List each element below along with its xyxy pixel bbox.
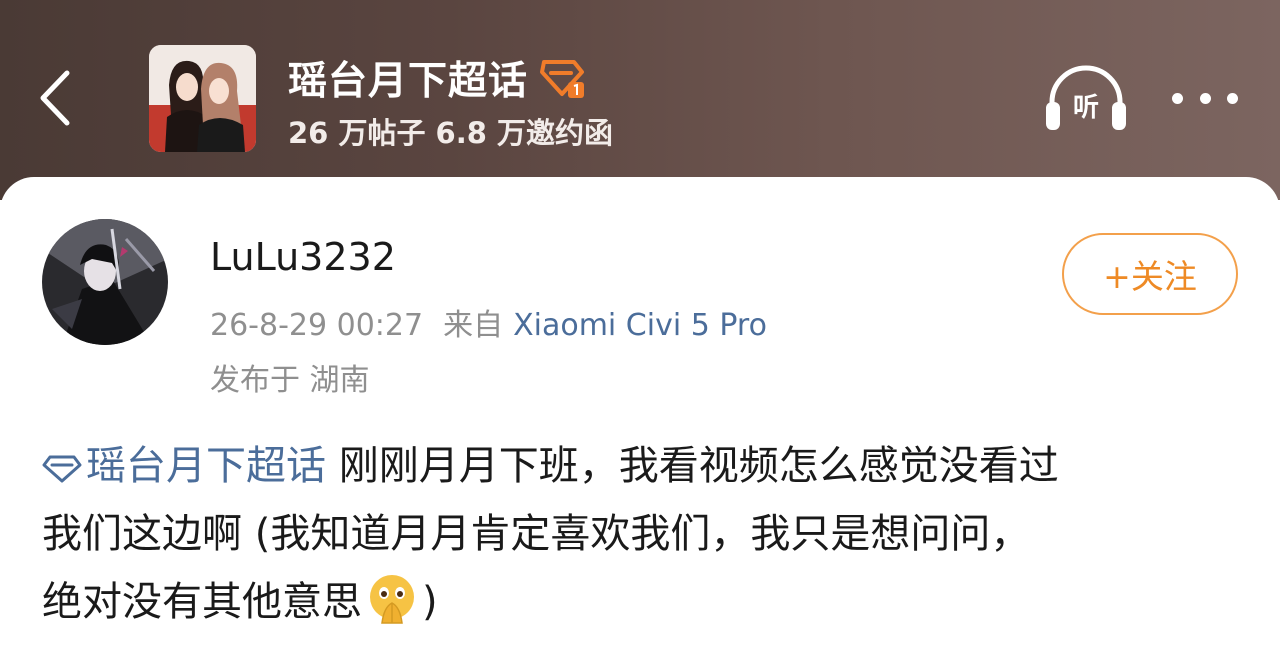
- topic-stats: 26 万帖子 6.8 万邀约函: [288, 116, 614, 150]
- post-text-1: 刚刚月月下班，我看视频怎么感觉没看过: [338, 443, 1059, 489]
- super-topic-badge-icon: [540, 60, 585, 98]
- topic-link-text[interactable]: 瑶台月下超话: [86, 443, 326, 489]
- topic-title-row: 瑶台月下超话: [288, 52, 586, 104]
- from-label: 来自: [443, 308, 504, 343]
- back-arrow-icon: [40, 70, 70, 126]
- post-line-2: 我们这边啊 (我知道月月肯定喜欢我们，我只是想问问，: [42, 511, 1031, 557]
- praying-face-emoji: [366, 573, 418, 646]
- post-location: 发布于 湖南: [210, 363, 370, 398]
- post-timestamp: 26-8-29 00:27: [210, 308, 424, 343]
- svg-text:听: 听: [1073, 93, 1099, 123]
- post-text-3-end: ): [422, 579, 438, 625]
- topic-title[interactable]: 瑶台月下超话: [288, 50, 528, 106]
- post-body: 瑶台月下超话 刚刚月月下班，我看视频怎么感觉没看过 我们这边啊 (我知道月月肯定…: [42, 432, 1252, 636]
- post-meta: 26-8-29 00:27 来自 Xiaomi Civi 5 Pro: [210, 300, 767, 344]
- more-options-button[interactable]: [1168, 80, 1242, 116]
- username[interactable]: LuLu3232: [210, 235, 396, 279]
- post-text-3: 绝对没有其他意思: [42, 579, 362, 625]
- topic-header: 瑶台月下超话 26 万帖子 6.8 万邀约函 听: [0, 0, 1280, 200]
- post-line-1: 瑶台月下超话 刚刚月月下班，我看视频怎么感觉没看过: [42, 432, 1252, 500]
- listen-headphones-icon: 听: [1046, 65, 1126, 130]
- listen-button[interactable]: 听: [1044, 64, 1128, 134]
- follow-button[interactable]: +关注: [1062, 233, 1238, 315]
- diamond-topic-icon: [42, 455, 82, 483]
- avatar[interactable]: [42, 219, 168, 345]
- device-link[interactable]: Xiaomi Civi 5 Pro: [513, 308, 767, 343]
- topic-link[interactable]: 瑶台月下超话: [42, 443, 326, 489]
- topic-cover-image[interactable]: [149, 45, 256, 152]
- more-dots-icon: [1172, 92, 1183, 104]
- back-button[interactable]: [28, 66, 80, 130]
- post-line-3: 绝对没有其他意思): [42, 568, 1252, 636]
